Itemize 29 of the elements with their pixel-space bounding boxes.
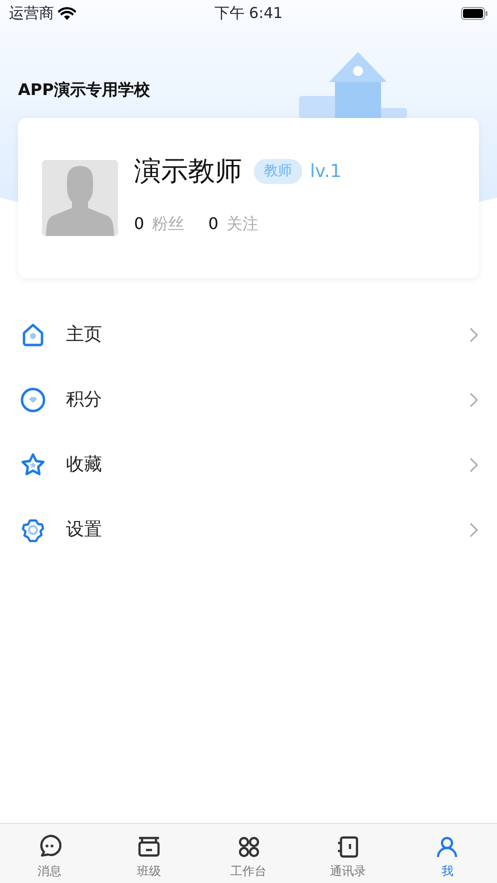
tab-button[interactable]: 工作台 (198, 824, 298, 883)
chevron-icon (469, 392, 479, 408)
stat-count: 0 (134, 213, 144, 235)
status-time: 下午 6:41 (214, 2, 283, 24)
settings-icon (20, 516, 46, 542)
user-level: lv.1 (310, 160, 342, 184)
battery-icon (460, 6, 488, 20)
menu-item[interactable]: 收藏 (0, 432, 497, 497)
menu-item[interactable]: 积分 (0, 367, 497, 432)
tab-button[interactable]: 我 (398, 824, 497, 883)
school-name: APP演示专用学校 (18, 79, 150, 101)
chevron-icon (469, 326, 479, 342)
star-icon (20, 452, 46, 478)
stat-label: 关注 (226, 213, 258, 235)
chevron-icon (469, 522, 479, 538)
home-icon (20, 322, 46, 348)
tab-button[interactable]: 通讯录 (298, 824, 398, 883)
stat-label: 粉丝 (152, 213, 184, 235)
menu-item[interactable]: 设置 (0, 497, 497, 562)
stat-count: 0 (208, 213, 218, 235)
menu-item[interactable]: 主页 (0, 302, 497, 367)
role-tag: 教师 (254, 159, 302, 184)
carrier-name: 运营商 (9, 2, 54, 24)
tab-button[interactable]: 消息 (0, 824, 100, 883)
points-icon (20, 386, 46, 412)
wifi-icon (58, 6, 76, 20)
chevron-icon (469, 456, 479, 472)
tab-button[interactable]: 班级 (99, 824, 199, 883)
user-name: 演示教师 (134, 158, 242, 185)
